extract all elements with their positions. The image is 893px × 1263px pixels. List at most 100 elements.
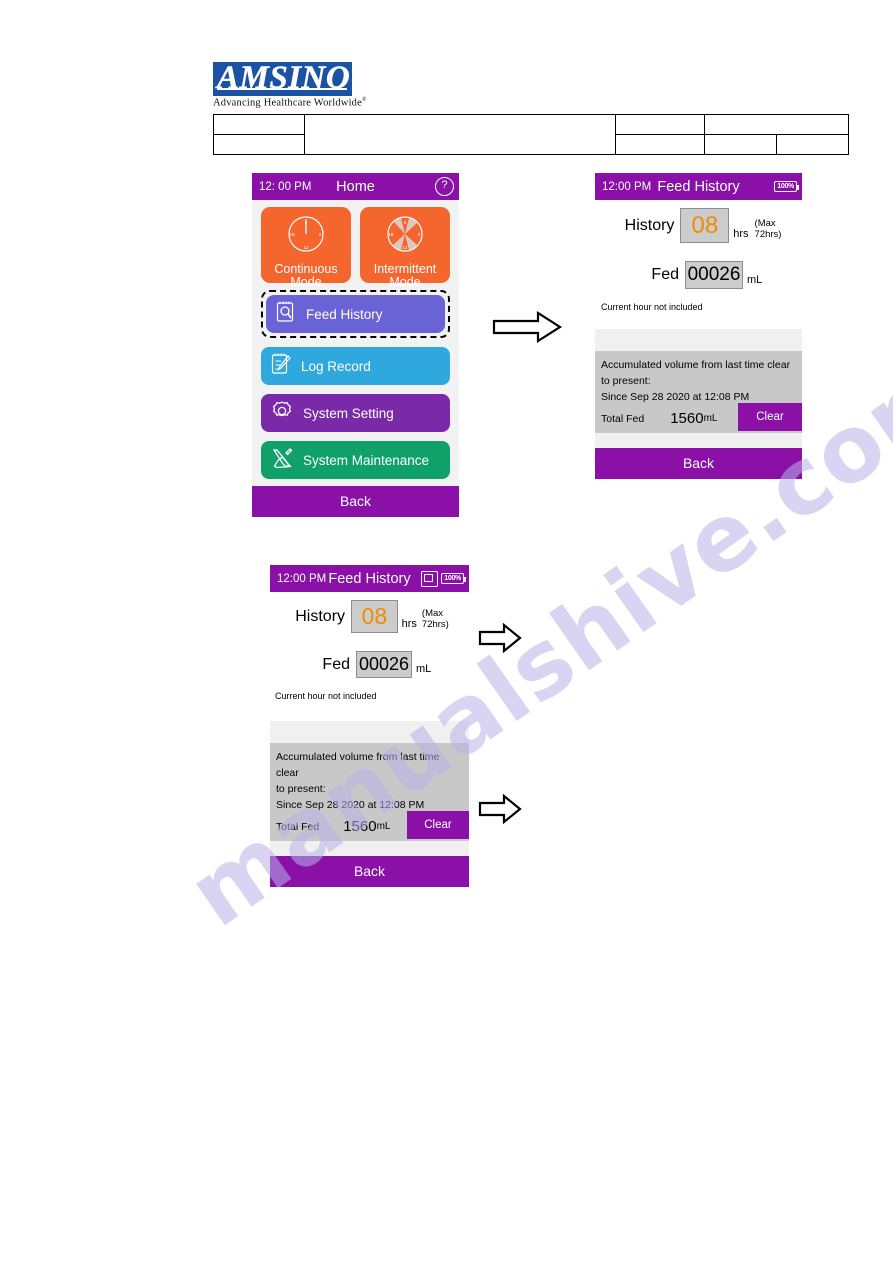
mode-label-line1: Intermittent <box>373 262 437 276</box>
intermittent-mode-button[interactable]: 6 12 18 0 Intermittent Mode <box>360 207 450 289</box>
svg-text:18: 18 <box>289 232 295 237</box>
logo-wordmark: AMSINO <box>217 62 351 96</box>
sidebar-item-system-setting[interactable]: System Setting <box>261 394 450 432</box>
fed-row: Fed 00026 mL <box>270 651 469 678</box>
gear-icon <box>270 399 294 428</box>
fed-unit: mL <box>416 663 432 675</box>
fed-value-field[interactable]: 00026 <box>685 261 743 289</box>
panel-bottom-spacer <box>270 841 469 856</box>
logo-tagline-text: Advancing Healthcare Worldwide <box>213 97 362 109</box>
mode-label-line2: Mode <box>389 275 421 289</box>
sidebar-item-log-record[interactable]: Log Record <box>261 347 450 385</box>
table-row <box>213 114 849 155</box>
history-max-note: (Max 72hrs) <box>754 218 782 240</box>
back-button[interactable]: Back <box>252 486 459 517</box>
current-hour-note: Current hour not included <box>275 691 377 701</box>
fed-label: Fed <box>651 266 679 283</box>
panel-line-2: to present: <box>276 783 326 795</box>
sidebar-item-system-maintenance[interactable]: System Maintenance <box>261 441 450 479</box>
history-value-field[interactable]: 08 <box>351 600 398 633</box>
total-fed-value: 1560 <box>670 410 704 427</box>
feed-history-selection-outline: Feed History <box>261 290 450 338</box>
panel-line-1: Accumulated volume from last time clear <box>601 359 791 371</box>
table-cell <box>776 134 849 155</box>
continuous-mode-button[interactable]: 6 12 18 0 Continuous Mode <box>261 207 351 289</box>
feed-history-status-bar: 12:00 PM Feed History 100% <box>595 173 802 200</box>
history-unit: hrs <box>401 618 417 630</box>
arrow-feed-history-lower <box>478 793 522 830</box>
status-bar-right: 100% <box>421 570 466 587</box>
total-fed-unit: mL <box>703 413 718 424</box>
table-cell <box>213 134 305 155</box>
document-header-table <box>213 114 849 155</box>
fed-value-field[interactable]: 00026 <box>356 651 412 678</box>
svg-text:0: 0 <box>319 232 322 237</box>
accumulated-volume-panel: Accumulated volume from last time clear … <box>270 743 469 841</box>
history-unit: hrs <box>733 228 749 240</box>
table-cell <box>213 114 305 135</box>
back-button[interactable]: Back <box>595 448 802 479</box>
total-fed-unit: mL <box>376 821 391 832</box>
continuous-mode-label: Continuous Mode <box>274 263 337 289</box>
battery-icon: 100% <box>774 181 799 192</box>
home-screen: 12: 00 PM Home ? 6 12 18 0 Continuous Mo… <box>252 173 459 517</box>
fed-row: Fed 00026 mL <box>595 261 802 289</box>
panel-line-2: to present: <box>601 375 651 387</box>
table-cell <box>704 114 849 135</box>
history-label: History <box>295 607 346 625</box>
total-fed-row: Total Fed 1560 mL Clear <box>276 811 469 841</box>
feed-history-readout: History 08 hrs (Max 72hrs) Fed 00026 mL … <box>270 592 469 721</box>
panel-line-1: Accumulated volume from last time clear <box>276 751 440 779</box>
history-value-field[interactable]: 08 <box>680 208 730 243</box>
history-row: History 08 hrs (Max 72hrs) <box>270 600 469 633</box>
status-time: 12:00 PM <box>602 180 652 193</box>
svg-text:12: 12 <box>303 245 309 250</box>
total-fed-row: Total Fed 1560 mL Clear <box>601 403 802 433</box>
fed-label: Fed <box>322 655 350 673</box>
panel-spacer <box>595 329 802 351</box>
feed-history-screen-right: 12:00 PM Feed History 100% History 08 hr… <box>595 173 802 479</box>
panel-bottom-spacer <box>595 433 802 448</box>
sidebar-item-label: System Setting <box>303 405 394 421</box>
notepad-pen-icon <box>270 352 292 381</box>
accumulated-volume-panel: Accumulated volume from last time clear … <box>595 351 802 433</box>
feed-history-screen-lower: 12:00 PM Feed History 100% History 08 hr… <box>270 565 469 887</box>
sidebar-item-label: System Maintenance <box>303 452 430 468</box>
svg-text:6: 6 <box>305 220 308 225</box>
notepad-magnifier-icon <box>275 300 297 329</box>
sidebar-item-feed-history[interactable]: Feed History <box>266 295 445 333</box>
clock-segments-icon: 6 12 18 0 <box>383 212 427 261</box>
clock-icon: 6 12 18 0 <box>284 212 328 261</box>
svg-text:6: 6 <box>404 220 407 225</box>
logo-tagline: Advancing Healthcare Worldwide® <box>213 97 367 109</box>
table-cell <box>615 114 705 135</box>
arrow-home-to-feed-history <box>492 310 564 349</box>
help-icon[interactable]: ? <box>435 177 454 196</box>
fed-unit: mL <box>747 274 763 286</box>
battery-icon: 100% <box>441 573 466 584</box>
registered-mark: ® <box>362 97 367 103</box>
status-time: 12: 00 PM <box>259 180 312 193</box>
feed-history-status-bar: 12:00 PM Feed History 100% <box>270 565 469 592</box>
panel-spacer <box>270 721 469 743</box>
sidebar-item-label: Log Record <box>301 358 371 374</box>
back-button[interactable]: Back <box>270 856 469 887</box>
feed-history-readout: History 08 hrs (Max 72hrs) Fed 00026 mL … <box>595 200 802 329</box>
amsino-logo: AMSINO Advancing Healthcare Worldwide® <box>213 62 367 109</box>
svg-text:12: 12 <box>402 245 408 250</box>
table-cell <box>704 134 777 155</box>
clear-button[interactable]: Clear <box>738 403 802 431</box>
home-status-bar: 12: 00 PM Home ? <box>252 173 459 200</box>
document-header: AMSINO Advancing Healthcare Worldwide® <box>213 62 845 109</box>
svg-text:18: 18 <box>388 232 394 237</box>
sidebar-item-label: Feed History <box>306 306 383 322</box>
clear-button[interactable]: Clear <box>407 811 469 839</box>
total-fed-label: Total Fed <box>601 413 645 425</box>
mode-label-line2: Mode <box>290 275 322 289</box>
home-body: 6 12 18 0 Continuous Mode 6 12 18 0 Inte… <box>252 200 459 486</box>
history-max-note: (Max 72hrs) <box>421 608 449 630</box>
arrow-feed-history-upper <box>478 622 522 659</box>
intermittent-mode-label: Intermittent Mode <box>374 263 437 289</box>
total-fed-value: 1560 <box>343 818 377 835</box>
table-cell <box>304 114 616 155</box>
